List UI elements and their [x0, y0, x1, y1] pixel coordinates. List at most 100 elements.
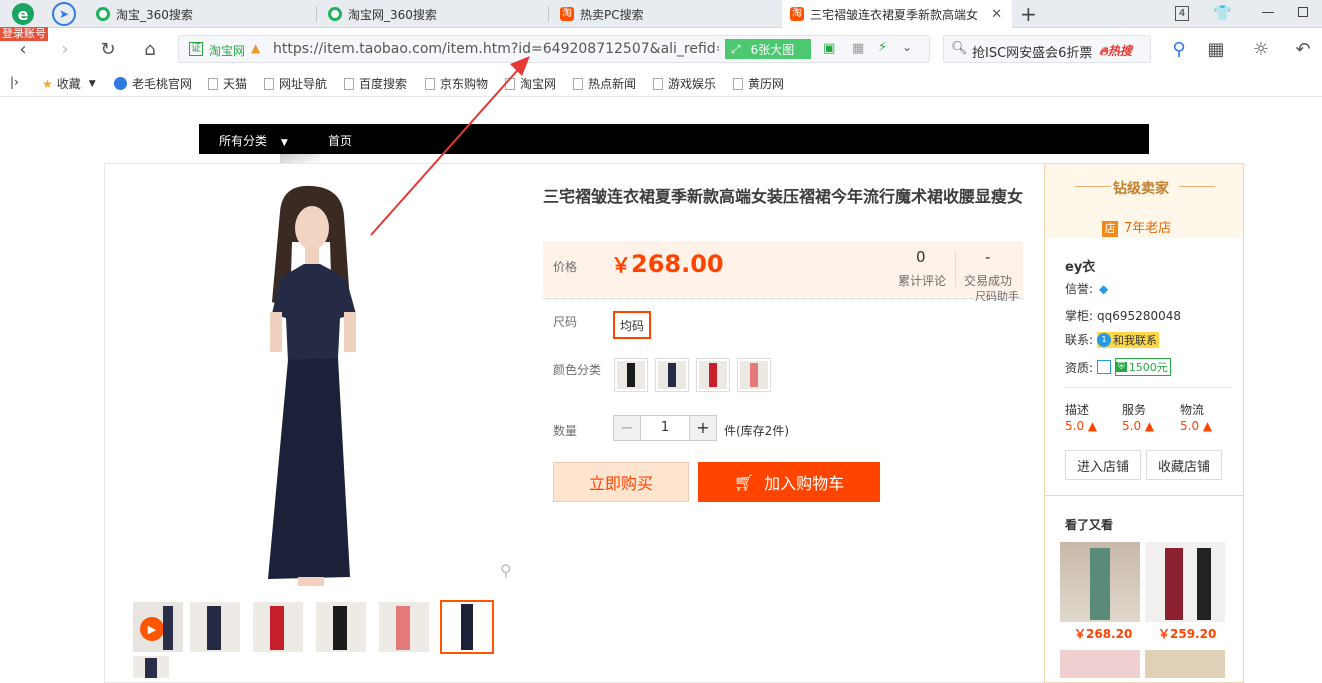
tab-bar: e 登录账号 ➤ 淘宝_360搜索 淘宝网_360搜索 淘 热卖PC搜索 淘 三… — [0, 0, 1322, 41]
seller-level: 钻级卖家 — [1113, 181, 1169, 197]
related-item-1-image[interactable] — [1060, 542, 1140, 622]
sidebar-toggle-icon[interactable]: |› — [10, 75, 19, 89]
contact-button[interactable]: 1 和我联系 — [1097, 331, 1160, 348]
tab-hot-pc-search[interactable]: 淘 热卖PC搜索 — [552, 0, 780, 28]
refresh-icon[interactable]: ↻ — [95, 36, 121, 62]
thumbnail-figure — [333, 606, 347, 650]
login-badge[interactable]: 登录账号 — [0, 27, 48, 41]
favorite-shop-button[interactable]: 收藏店铺 — [1146, 450, 1222, 480]
zoom-icon[interactable]: ⚲ — [500, 561, 512, 580]
home-icon[interactable]: ⌂ — [137, 36, 163, 62]
search-text[interactable]: 抢ISC网安盛会6折票 — [972, 42, 1092, 61]
deposit-badge[interactable]: ⛨ 1500元 — [1115, 358, 1171, 376]
bookmark-jd[interactable]: 京东购物 — [425, 75, 488, 92]
add-to-cart-button[interactable]: 🛒︎ 加入购物车 — [698, 462, 880, 502]
url-text[interactable]: https://item.taobao.com/item.htm?id=6492… — [273, 41, 719, 57]
chat-icon: 1 — [1097, 332, 1112, 347]
bookmark-laomaotao[interactable]: 老毛桃官网 — [114, 75, 192, 92]
color-option-black[interactable] — [614, 358, 648, 392]
page-icon — [208, 77, 218, 90]
search-box[interactable]: 🔍︎ 抢ISC网安盛会6折票 🔥︎热搜 — [943, 35, 1151, 63]
home-link[interactable]: 首页 — [328, 132, 352, 149]
bookmark-news[interactable]: 热点新闻 — [573, 75, 636, 92]
forward-icon[interactable]: › — [52, 36, 78, 62]
quantity-input[interactable]: 1 — [640, 415, 690, 441]
color-option-red[interactable] — [696, 358, 730, 392]
rating-desc-score: 5.0 ▲ — [1065, 419, 1098, 433]
address-bar[interactable]: 证 淘宝网 ▲ https://item.taobao.com/item.htm… — [178, 35, 930, 63]
thumbnail-navy[interactable] — [190, 602, 240, 652]
bookmark-taobao[interactable]: 淘宝网 — [505, 75, 556, 92]
skin-icon[interactable]: 👕 — [1213, 4, 1232, 22]
search-go-icon[interactable]: ⚲ — [1166, 36, 1192, 62]
review-count: 0 — [916, 248, 926, 266]
taobao-icon: 淘 — [560, 7, 574, 21]
thumbnail-video[interactable]: ▶ — [133, 602, 183, 652]
rating-service-score: 5.0 ▲ — [1122, 419, 1155, 433]
thumbnail-selected[interactable] — [440, 600, 494, 654]
product-title: 三宅褶皱连衣裙夏季新款高端女装压褶裙今年流行魔术裙收腰显瘦女 — [543, 187, 1024, 206]
color-label: 颜色分类 — [553, 363, 602, 377]
tab-360-search-2[interactable]: 淘宝网_360搜索 — [320, 0, 548, 28]
qualification-row: 资质: ⛨ 1500元 — [1065, 358, 1171, 376]
hot-search-badge[interactable]: 🔥︎热搜 — [1099, 42, 1132, 59]
minimize-icon[interactable] — [1262, 12, 1274, 13]
size-helper-link[interactable]: 尺码助手 — [975, 291, 1019, 301]
thumbnail-red[interactable] — [253, 602, 303, 652]
bookmark-baidu[interactable]: 百度搜索 — [344, 75, 407, 92]
quantity-label: 数量 — [553, 424, 578, 438]
divider — [1064, 387, 1232, 388]
search-icon: 🔍︎ — [951, 41, 968, 56]
thumbnail-pink[interactable] — [379, 602, 429, 652]
screenshot-icon[interactable]: ▣ — [823, 41, 835, 56]
thumbnail-figure — [1197, 548, 1211, 620]
tab-360-search-1[interactable]: 淘宝_360搜索 — [88, 0, 316, 28]
lightning-icon[interactable]: ⚡ — [878, 40, 887, 55]
apps-grid-icon[interactable]: ▦ — [1203, 36, 1229, 62]
thumbnail-black[interactable] — [316, 602, 366, 652]
bookmark-calendar[interactable]: 黄历网 — [733, 75, 784, 92]
color-option-navy[interactable] — [655, 358, 689, 392]
tab-label: 淘宝网_360搜索 — [348, 7, 437, 22]
undo-icon[interactable]: ↶ — [1290, 36, 1316, 62]
review-label[interactable]: 累计评论 — [898, 272, 946, 289]
tab-product-active[interactable]: 淘 三宅褶皱连衣裙夏季新款高端女 ✕ — [782, 0, 1012, 28]
browser-logo-icon[interactable]: e — [12, 3, 34, 25]
rating-logistics-score: 5.0 ▲ — [1180, 419, 1213, 433]
category-bar: 所有分类 ▼ 首页 — [199, 124, 1149, 154]
size-option-selected[interactable]: 均码 — [613, 311, 651, 339]
thumbnail-extra[interactable] — [133, 656, 169, 678]
brightness-icon[interactable]: ☼ — [1248, 36, 1274, 62]
bookmark-tmall[interactable]: 天猫 — [208, 75, 247, 92]
license-icon[interactable] — [1097, 360, 1112, 374]
new-tab-icon[interactable]: + — [1020, 2, 1037, 26]
close-tab-icon[interactable]: ✕ — [991, 7, 1002, 22]
seller-name[interactable]: ey衣 — [1065, 256, 1095, 275]
cart-icon: 🛒︎ — [733, 472, 755, 492]
page-icon — [425, 77, 435, 90]
all-categories-menu[interactable]: 所有分类 ▼ — [219, 132, 288, 149]
bookmark-nav[interactable]: 网址导航 — [264, 75, 327, 92]
shield-icon: ⛨ — [1116, 362, 1127, 372]
restore-icon[interactable] — [1298, 7, 1308, 17]
rating-service-label: 服务 — [1122, 403, 1147, 417]
favorites-button[interactable]: ★ 收藏 ▼ — [42, 75, 96, 92]
credit-row: 信誉: ◆ — [1065, 281, 1109, 297]
dropdown-icon[interactable]: ⌄ — [902, 40, 912, 54]
qr-icon[interactable]: ▦ — [852, 41, 864, 56]
quantity-plus-button[interactable]: + — [689, 415, 717, 441]
bookmark-games[interactable]: 游戏娱乐 — [653, 75, 716, 92]
color-option-pink[interactable] — [737, 358, 771, 392]
quantity-minus-button[interactable]: − — [613, 415, 641, 441]
enter-shop-button[interactable]: 进入店铺 — [1065, 450, 1141, 480]
related-item-3-image[interactable] — [1060, 650, 1140, 678]
rating-desc-label: 描述 — [1065, 403, 1090, 417]
related-item-2-price: ￥259.20 — [1158, 627, 1217, 641]
navigate-icon[interactable]: ➤ — [52, 2, 76, 26]
view-images-button[interactable]: ⤢ 6张大图 — [725, 39, 811, 59]
related-item-4-image[interactable] — [1145, 650, 1225, 678]
buy-now-button[interactable]: 立即购买 — [553, 462, 689, 502]
related-item-2-image[interactable] — [1145, 542, 1225, 622]
product-main-image[interactable] — [250, 182, 370, 586]
tab-count-icon[interactable]: 4 — [1175, 6, 1189, 21]
